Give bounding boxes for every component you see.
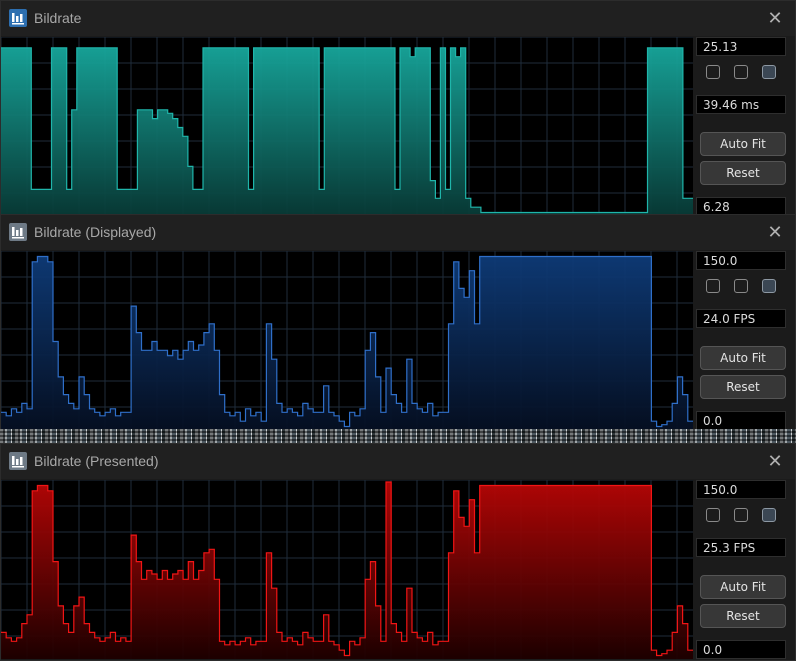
window-frametime: Bildrate ✕ 25.13 39.46 ms Auto Fit Reset… [0, 0, 796, 216]
option-checkbox-1[interactable] [706, 279, 720, 293]
window-displayed: Bildrate (Displayed) ✕ 150.0 24.0 FPS Au… [0, 214, 796, 430]
displayed-fps-graph [1, 251, 693, 430]
presented-fps-graph [1, 480, 693, 659]
window-title: Bildrate [34, 10, 82, 26]
app-icon [9, 223, 27, 241]
option-checkbox-2[interactable] [734, 508, 748, 522]
option-checkbox-2[interactable] [734, 279, 748, 293]
auto-fit-button[interactable]: Auto Fit [700, 575, 786, 599]
max-value-field[interactable]: 150.0 [696, 251, 786, 270]
reset-button[interactable]: Reset [700, 375, 786, 399]
min-value-field[interactable]: 0.0 [696, 640, 786, 659]
side-panel: 150.0 24.0 FPS Auto Fit Reset 0.0 [696, 251, 788, 430]
app-icon [9, 9, 27, 27]
max-value-field[interactable]: 150.0 [696, 480, 786, 499]
close-icon[interactable]: ✕ [763, 220, 787, 244]
option-checkbox-1[interactable] [706, 65, 720, 79]
current-value-field: 24.0 FPS [696, 309, 786, 328]
current-value-field: 25.3 FPS [696, 538, 786, 557]
option-checkbox-2[interactable] [734, 65, 748, 79]
reset-button[interactable]: Reset [700, 161, 786, 185]
app-icon [9, 452, 27, 470]
titlebar[interactable]: Bildrate ✕ [1, 1, 795, 36]
option-checkbox-3[interactable] [762, 508, 776, 522]
option-checkbox-3[interactable] [762, 65, 776, 79]
current-value-field: 39.46 ms [696, 95, 786, 114]
side-panel: 150.0 25.3 FPS Auto Fit Reset 0.0 [696, 480, 788, 659]
titlebar[interactable]: Bildrate (Displayed) ✕ [1, 215, 795, 250]
frametime-graph [1, 37, 693, 216]
reset-button[interactable]: Reset [700, 604, 786, 628]
titlebar[interactable]: Bildrate (Presented) ✕ [1, 444, 795, 479]
close-icon[interactable]: ✕ [763, 6, 787, 30]
option-checkbox-3[interactable] [762, 279, 776, 293]
auto-fit-button[interactable]: Auto Fit [700, 132, 786, 156]
window-presented: Bildrate (Presented) ✕ 150.0 25.3 FPS Au… [0, 443, 796, 661]
option-checkbox-1[interactable] [706, 508, 720, 522]
graph-area [1, 47, 693, 216]
side-panel: 25.13 39.46 ms Auto Fit Reset 6.28 [696, 37, 788, 216]
window-title: Bildrate (Displayed) [34, 224, 157, 240]
auto-fit-button[interactable]: Auto Fit [700, 346, 786, 370]
max-value-field[interactable]: 25.13 [696, 37, 786, 56]
window-title: Bildrate (Presented) [34, 453, 159, 469]
min-value-field[interactable]: 0.0 [696, 411, 786, 430]
close-icon[interactable]: ✕ [763, 449, 787, 473]
